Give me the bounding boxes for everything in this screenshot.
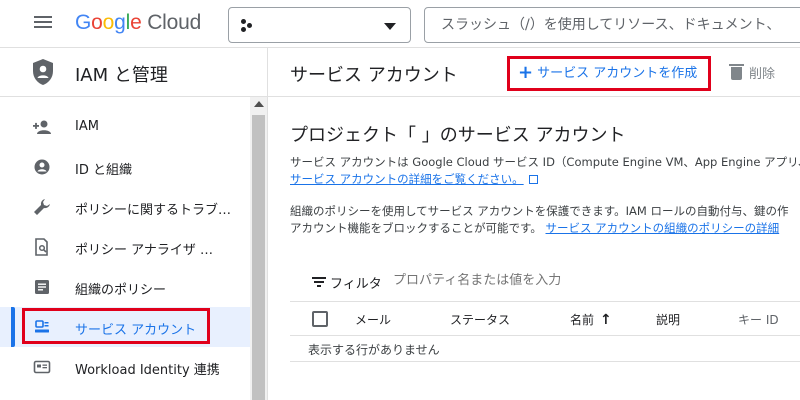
- caret-down-icon: [384, 23, 396, 30]
- sidebar-item-id-org[interactable]: ID と組織: [0, 147, 250, 187]
- sidebar-item-policy-analyzer[interactable]: ポリシー アナライザ …: [0, 227, 250, 267]
- create-button-label: サービス アカウントを作成: [537, 66, 698, 81]
- sidebar-item-label: 組織のポリシー: [75, 283, 167, 298]
- filter-input[interactable]: [393, 273, 693, 288]
- hamburger-icon[interactable]: [32, 13, 54, 35]
- page-title: サービス アカウント: [290, 65, 458, 86]
- logo-letter: o: [102, 11, 115, 34]
- sidebar: IAM と管理 IAM ID と組織 ポリシーに関するトラブ… ポリシー アナラ…: [0, 48, 268, 400]
- logo-letter: o: [91, 11, 103, 34]
- scroll-up-icon[interactable]: [254, 101, 264, 107]
- empty-table-message: 表示する行がありません: [308, 343, 440, 357]
- logo-product: Cloud: [147, 11, 202, 34]
- project-dots-icon: [241, 19, 255, 33]
- account-circle-icon: [34, 159, 50, 175]
- sidebar-item-iam[interactable]: IAM: [0, 107, 250, 147]
- filter-bar: フィルタ: [290, 264, 800, 302]
- section-title: プロジェクト「 」のサービス アカウント: [290, 125, 626, 146]
- sidebar-item-label: IAM: [75, 119, 99, 134]
- page-header: サービス アカウント + サービス アカウントを作成 削除: [268, 48, 800, 97]
- document-search-icon: [35, 238, 48, 256]
- external-link-icon: [528, 175, 538, 184]
- delete-button-label: 削除: [749, 67, 776, 82]
- filter-icon[interactable]: [312, 277, 326, 287]
- column-header-description[interactable]: 説明: [656, 311, 680, 328]
- column-header-email[interactable]: メール: [355, 311, 391, 328]
- scroll-thumb[interactable]: [252, 115, 265, 400]
- create-service-account-button[interactable]: + サービス アカウントを作成: [518, 61, 697, 85]
- sidebar-item-label: ポリシーに関するトラブ…: [75, 203, 232, 218]
- sidebar-item-service-accounts[interactable]: サービス アカウント: [0, 307, 250, 347]
- description-line: 組織のポリシーを使用してサービス アカウントを保護できます。IAM ロールの自動…: [290, 204, 789, 218]
- sidebar-title: IAM と管理: [75, 65, 168, 86]
- select-all-checkbox[interactable]: [312, 311, 328, 327]
- logo-letter: G: [75, 11, 92, 34]
- column-header-name-label: 名前: [570, 313, 595, 327]
- column-header-name[interactable]: 名前 ↑: [570, 311, 612, 328]
- logo-letter: g: [114, 11, 126, 34]
- trash-icon: [729, 64, 744, 80]
- table-divider: [290, 361, 800, 362]
- person-add-icon: [33, 120, 51, 134]
- plus-icon: +: [518, 62, 534, 83]
- column-header-status[interactable]: ステータス: [450, 311, 510, 328]
- description-line: サービス アカウントは Google Cloud サービス ID（Compute…: [290, 155, 800, 169]
- search-input[interactable]: スラッシュ（/）を使用してリソース、ドキュメント、: [424, 7, 800, 43]
- top-bar: Google Cloud スラッシュ（/）を使用してリソース、ドキュメント、: [0, 0, 800, 48]
- description-text: アカウント機能をブロックすることが可能です。: [290, 221, 542, 235]
- wrench-icon: [34, 199, 50, 215]
- logo-letter: e: [130, 11, 142, 34]
- description-link-line: サービス アカウントの詳細をご覧ください。: [290, 171, 800, 187]
- article-icon: [35, 280, 49, 294]
- sidebar-header: IAM と管理: [0, 48, 268, 97]
- sidebar-item-label: ポリシー アナライザ …: [75, 243, 214, 258]
- column-header-key-id[interactable]: キー ID: [738, 311, 779, 328]
- shield-icon: [33, 59, 53, 85]
- google-cloud-logo[interactable]: Google Cloud: [75, 11, 201, 35]
- org-policy-link[interactable]: サービス アカウントの組織のポリシーの詳細: [546, 221, 780, 235]
- sidebar-scrollbar[interactable]: [250, 97, 267, 400]
- description-line: アカウント機能をブロックすることが可能です。 サービス アカウントの組織のポリシ…: [290, 220, 800, 236]
- service-account-icon: [35, 320, 49, 333]
- sidebar-item-label: ID と組織: [75, 163, 132, 178]
- delete-button[interactable]: 削除: [729, 63, 776, 82]
- sidebar-item-label: Workload Identity 連携: [75, 363, 220, 378]
- sidebar-item-workload-identity[interactable]: Workload Identity 連携: [0, 347, 250, 387]
- project-selector[interactable]: [228, 7, 411, 43]
- sort-ascending-icon: ↑: [600, 312, 612, 328]
- filter-label[interactable]: フィルタ: [330, 273, 382, 292]
- active-indicator: [11, 307, 15, 347]
- sidebar-item-policy-troubleshooter[interactable]: ポリシーに関するトラブ…: [0, 187, 250, 227]
- id-card-icon: [33, 360, 51, 374]
- sidebar-item-label: サービス アカウント: [75, 323, 197, 338]
- sidebar-item-org-policies[interactable]: 組織のポリシー: [0, 267, 250, 307]
- learn-more-link[interactable]: サービス アカウントの詳細をご覧ください。: [290, 172, 524, 186]
- table-header: メール ステータス 名前 ↑ 説明 キー ID: [290, 302, 800, 336]
